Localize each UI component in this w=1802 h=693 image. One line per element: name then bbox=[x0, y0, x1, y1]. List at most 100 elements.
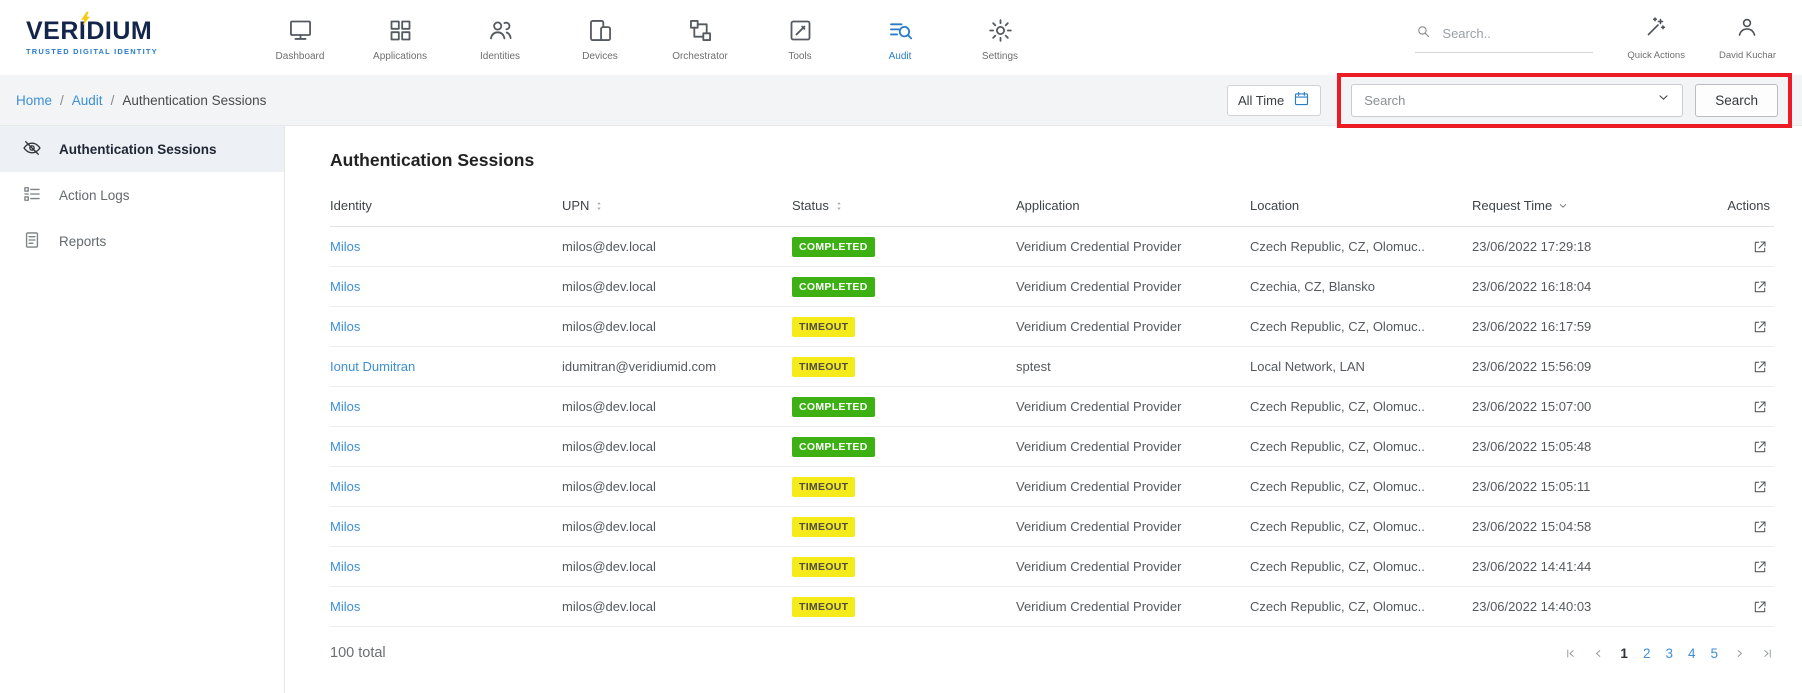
identity-link[interactable]: Milos bbox=[330, 599, 360, 614]
page-2[interactable]: 2 bbox=[1643, 646, 1651, 661]
reports-icon bbox=[22, 230, 42, 253]
column-header-identity: Identity bbox=[330, 198, 562, 213]
sidebar-item-label: Reports bbox=[59, 234, 106, 249]
identity-link[interactable]: Ionut Dumitran bbox=[330, 359, 415, 374]
column-header-status[interactable]: Status bbox=[792, 198, 1016, 213]
request-time-cell: 23/06/2022 16:17:59 bbox=[1472, 319, 1702, 334]
view-session-icon[interactable] bbox=[1752, 279, 1768, 295]
quick-actions-button[interactable]: Quick Actions bbox=[1627, 15, 1685, 61]
identity-link[interactable]: Milos bbox=[330, 279, 360, 294]
view-session-icon[interactable] bbox=[1752, 599, 1768, 615]
sidebar-item-authentication-sessions[interactable]: Authentication Sessions bbox=[0, 126, 284, 172]
brand-name: VERIDIUM bbox=[26, 19, 186, 44]
total-count: 100 total bbox=[330, 645, 386, 661]
nav-item-audit[interactable]: Audit bbox=[850, 13, 950, 62]
application-cell: Veridium Credential Provider bbox=[1016, 279, 1250, 294]
search-filter-dropdown[interactable]: Search bbox=[1351, 84, 1683, 117]
global-search-input[interactable] bbox=[1442, 26, 1582, 41]
sidebar-item-action-logs[interactable]: Action Logs bbox=[0, 172, 284, 218]
nav-item-label: Dashboard bbox=[276, 51, 325, 62]
settings-icon bbox=[987, 17, 1014, 44]
location-cell: Local Network, LAN bbox=[1250, 359, 1472, 374]
upn-cell: milos@dev.local bbox=[562, 439, 792, 454]
sidebar-item-reports[interactable]: Reports bbox=[0, 218, 284, 264]
column-header-upn[interactable]: UPN bbox=[562, 198, 792, 213]
identity-link[interactable]: Milos bbox=[330, 439, 360, 454]
nav-item-orchestrator[interactable]: Orchestrator bbox=[650, 13, 750, 62]
identity-link[interactable]: Milos bbox=[330, 319, 360, 334]
identity-link[interactable]: Milos bbox=[330, 519, 360, 534]
application-cell: Veridium Credential Provider bbox=[1016, 399, 1250, 414]
view-session-icon[interactable] bbox=[1752, 239, 1768, 255]
breadcrumb-item-home[interactable]: Home bbox=[16, 93, 52, 108]
view-session-icon[interactable] bbox=[1752, 319, 1768, 335]
identity-link[interactable]: Milos bbox=[330, 239, 360, 254]
user-menu[interactable]: David Kuchar bbox=[1719, 15, 1776, 61]
nav-item-label: Identities bbox=[480, 51, 520, 62]
view-session-icon[interactable] bbox=[1752, 479, 1768, 495]
identity-link[interactable]: Milos bbox=[330, 479, 360, 494]
time-filter-button[interactable]: All Time bbox=[1227, 85, 1321, 116]
quick-actions-label: Quick Actions bbox=[1627, 50, 1685, 61]
request-time-cell: 23/06/2022 14:40:03 bbox=[1472, 599, 1702, 614]
dashboard-icon bbox=[287, 17, 314, 44]
nav-item-tools[interactable]: Tools bbox=[750, 13, 850, 62]
time-filter-label: All Time bbox=[1238, 93, 1284, 108]
nav-item-label: Applications bbox=[373, 51, 427, 62]
application-cell: Veridium Credential Provider bbox=[1016, 439, 1250, 454]
subbar-filters: All Time Search Search bbox=[1227, 73, 1792, 128]
user-icon bbox=[1735, 15, 1759, 44]
table-row: Milosmilos@dev.localCOMPLETEDVeridium Cr… bbox=[330, 227, 1774, 267]
status-badge: TIMEOUT bbox=[792, 357, 855, 377]
upn-cell: milos@dev.local bbox=[562, 239, 792, 254]
table-row: Milosmilos@dev.localCOMPLETEDVeridium Cr… bbox=[330, 427, 1774, 467]
table-row: Milosmilos@dev.localTIMEOUTVeridium Cred… bbox=[330, 467, 1774, 507]
view-session-icon[interactable] bbox=[1752, 559, 1768, 575]
page-last-icon[interactable] bbox=[1761, 647, 1774, 660]
page-first-icon[interactable] bbox=[1564, 647, 1577, 660]
eye-off-icon bbox=[22, 138, 42, 161]
location-cell: Czech Republic, CZ, Olomuc.. bbox=[1250, 439, 1472, 454]
identities-icon bbox=[487, 17, 514, 44]
location-cell: Czech Republic, CZ, Olomuc.. bbox=[1250, 519, 1472, 534]
view-session-icon[interactable] bbox=[1752, 399, 1768, 415]
tools-icon bbox=[787, 17, 814, 44]
identity-link[interactable]: Milos bbox=[330, 399, 360, 414]
page-title: Authentication Sessions bbox=[330, 150, 1774, 171]
page-4[interactable]: 4 bbox=[1688, 646, 1696, 661]
page-next-icon[interactable] bbox=[1733, 647, 1746, 660]
view-session-icon[interactable] bbox=[1752, 519, 1768, 535]
sidebar-item-label: Authentication Sessions bbox=[59, 142, 217, 157]
page-prev-icon[interactable] bbox=[1592, 647, 1605, 660]
request-time-cell: 23/06/2022 17:29:18 bbox=[1472, 239, 1702, 254]
page-3[interactable]: 3 bbox=[1665, 646, 1673, 661]
nav-item-settings[interactable]: Settings bbox=[950, 13, 1050, 62]
application-cell: Veridium Credential Provider bbox=[1016, 519, 1250, 534]
audit-icon bbox=[887, 17, 914, 44]
page-5[interactable]: 5 bbox=[1710, 646, 1718, 661]
nav-item-applications[interactable]: Applications bbox=[350, 13, 450, 62]
global-search bbox=[1415, 23, 1593, 53]
nav-item-identities[interactable]: Identities bbox=[450, 13, 550, 62]
status-badge: TIMEOUT bbox=[792, 517, 855, 537]
status-badge: TIMEOUT bbox=[792, 477, 855, 497]
sidebar: Authentication Sessions Action Logs Report… bbox=[0, 126, 285, 693]
search-button[interactable]: Search bbox=[1695, 84, 1778, 117]
column-header-actions: Actions bbox=[1702, 198, 1774, 213]
breadcrumb-item-authentication-sessions: Authentication Sessions bbox=[122, 93, 266, 108]
application-cell: Veridium Credential Provider bbox=[1016, 479, 1250, 494]
status-badge: TIMEOUT bbox=[792, 317, 855, 337]
page-1[interactable]: 1 bbox=[1620, 646, 1628, 661]
sort-desc-icon bbox=[1557, 200, 1569, 212]
breadcrumb-item-audit[interactable]: Audit bbox=[72, 93, 103, 108]
view-session-icon[interactable] bbox=[1752, 439, 1768, 455]
nav-item-devices[interactable]: Devices bbox=[550, 13, 650, 62]
table-body: Milosmilos@dev.localCOMPLETEDVeridium Cr… bbox=[330, 227, 1774, 627]
identity-link[interactable]: Milos bbox=[330, 559, 360, 574]
nav-item-label: Tools bbox=[788, 51, 811, 62]
view-session-icon[interactable] bbox=[1752, 359, 1768, 375]
nav-item-dashboard[interactable]: Dashboard bbox=[250, 13, 350, 62]
header-right: Quick Actions David Kuchar bbox=[1415, 15, 1776, 61]
column-header-request-time[interactable]: Request Time bbox=[1472, 198, 1702, 213]
table-row: Milosmilos@dev.localTIMEOUTVeridium Cred… bbox=[330, 547, 1774, 587]
